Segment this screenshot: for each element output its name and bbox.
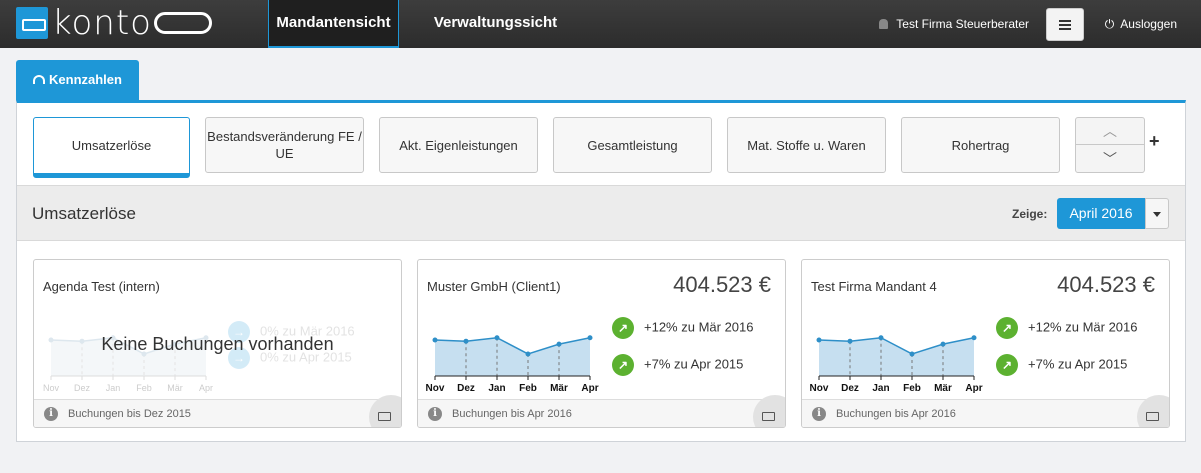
sparkline-point xyxy=(525,351,531,357)
sparkline-point xyxy=(463,338,469,344)
show-label: Zeige: xyxy=(1012,207,1048,221)
bookings-until: Buchungen bis Apr 2016 xyxy=(836,408,956,420)
top-navigation-bar: konto Mandantensicht Verwaltungssicht Te… xyxy=(0,0,1201,48)
revenue-amount: 404.523 € xyxy=(1057,272,1155,297)
section-header: Umsatzerlöse Zeige: April 2016 xyxy=(17,185,1185,241)
x-tick-label: Apr xyxy=(581,383,598,394)
x-tick-label: Mär xyxy=(934,383,952,394)
metric-mat-stoffe-button[interactable]: Mat. Stoffe u. Waren xyxy=(727,117,886,173)
metric-umsatzerloese-button[interactable]: Umsatzerlöse xyxy=(33,117,190,178)
x-tick-label: Jan xyxy=(872,383,889,394)
info-icon: i xyxy=(812,407,826,421)
info-icon: i xyxy=(44,407,58,421)
caret-down-icon[interactable] xyxy=(1145,198,1169,229)
delta-month: ↗ +12% zu Mär 2016 xyxy=(996,317,1137,339)
add-metric-icon[interactable]: + xyxy=(1149,131,1160,152)
arrow-up-right-icon: ↗ xyxy=(612,317,634,339)
delta-month-text: +12% zu Mär 2016 xyxy=(644,319,754,335)
folder-icon[interactable] xyxy=(762,412,775,421)
sparkline-point xyxy=(878,335,884,341)
client-card: Agenda Test (intern) Nov Dez Jan Feb Mär Apr … xyxy=(33,259,402,428)
client-name: Muster GmbH (Client1) xyxy=(427,279,561,294)
sparkline-point xyxy=(909,351,915,357)
arrow-up-right-icon: ↗ xyxy=(996,354,1018,376)
logout-button[interactable]: ⏻ Ausloggen xyxy=(1105,0,1177,48)
x-tick-label: Nov xyxy=(43,383,60,393)
sparkline-point xyxy=(494,335,500,341)
arrow-up-right-icon: ↗ xyxy=(612,354,634,376)
user-name: Test Firma Steuerberater xyxy=(896,17,1029,31)
client-name: Test Firma Mandant 4 xyxy=(811,279,937,294)
section-title: Umsatzerlöse xyxy=(32,204,136,223)
logo-pill-icon xyxy=(153,12,212,34)
current-user[interactable]: Test Firma Steuerberater xyxy=(879,0,1029,48)
metric-eigenleistungen-button[interactable]: Akt. Eigenleistungen xyxy=(379,117,538,173)
delta-year-text: +7% zu Apr 2015 xyxy=(1028,356,1128,372)
x-tick-label: Dez xyxy=(457,383,475,394)
client-card: Muster GmbH (Client1) 404.523 € Nov Dez Ja… xyxy=(417,259,786,428)
folder-icon[interactable] xyxy=(1146,412,1159,421)
tab-kennzahlen[interactable]: Kennzahlen xyxy=(16,60,139,100)
card-footer: i Buchungen bis Apr 2016 xyxy=(802,395,1169,427)
logo-box-icon xyxy=(16,7,48,39)
delta-month-text: +12% zu Mär 2016 xyxy=(1028,319,1138,335)
card-footer: i Buchungen bis Apr 2016 xyxy=(418,395,785,427)
x-tick-label: Feb xyxy=(136,383,152,393)
info-icon: i xyxy=(428,407,442,421)
x-tick-label: Feb xyxy=(519,383,537,394)
x-tick-label: Nov xyxy=(810,383,829,394)
metric-rohertrag-button[interactable]: Rohertrag xyxy=(901,117,1060,173)
tab-verwaltungssicht[interactable]: Verwaltungssicht xyxy=(418,0,573,48)
chevron-up-icon[interactable]: ︿ xyxy=(1076,118,1144,145)
bookings-until: Buchungen bis Dez 2015 xyxy=(68,408,191,420)
sparkline-point xyxy=(940,341,946,347)
tab-mandantensicht[interactable]: Mandantensicht xyxy=(268,0,399,48)
x-tick-label: Mär xyxy=(167,383,183,393)
client-name: Agenda Test (intern) xyxy=(43,279,160,294)
month-select-button[interactable]: April 2016 xyxy=(1057,198,1145,229)
power-icon: ⏻ xyxy=(1104,17,1115,31)
sparkline-area xyxy=(435,337,590,376)
delta-year: ↗ +7% zu Apr 2015 xyxy=(612,354,743,376)
metric-scroll-control: ︿ ﹀ xyxy=(1075,117,1145,173)
arrow-up-right-icon: ↗ xyxy=(996,317,1018,339)
client-card: Test Firma Mandant 4 404.523 € Nov Dez Jan… xyxy=(801,259,1170,428)
empty-message: Keine Buchungen vorhanden xyxy=(101,334,334,354)
x-tick-label: Mär xyxy=(550,383,568,394)
delta-year-text: +7% zu Apr 2015 xyxy=(644,356,744,372)
x-tick-label: Nov xyxy=(426,383,445,394)
x-tick-label: Apr xyxy=(965,383,982,394)
sparkline-point xyxy=(847,338,853,344)
hamburger-icon xyxy=(1059,19,1071,30)
sparkline-area xyxy=(819,337,974,376)
chevron-down-icon[interactable]: ﹀ xyxy=(1076,145,1144,172)
metric-gesamtleistung-button[interactable]: Gesamtleistung xyxy=(553,117,712,173)
kontool-logo[interactable]: konto xyxy=(16,6,212,40)
sparkline-point xyxy=(816,337,822,343)
x-tick-label: Jan xyxy=(106,383,121,393)
x-tick-label: Dez xyxy=(841,383,859,394)
user-icon xyxy=(879,19,889,29)
bookings-until: Buchungen bis Apr 2016 xyxy=(452,408,572,420)
x-tick-label: Jan xyxy=(488,383,505,394)
kennzahlen-panel: Umsatzerlöse Bestandsveränderung FE / UE… xyxy=(16,100,1186,442)
logo-text: konto xyxy=(52,3,152,43)
card-footer: i Buchungen bis Dez 2015 xyxy=(34,395,401,427)
logout-label: Ausloggen xyxy=(1120,17,1177,31)
menu-button[interactable] xyxy=(1046,8,1084,41)
kennzahlen-label: Kennzahlen xyxy=(49,72,122,87)
x-tick-label: Dez xyxy=(74,383,91,393)
x-tick-label: Apr xyxy=(199,383,213,393)
sparkline-point xyxy=(556,341,562,347)
sparkline-point xyxy=(587,335,593,341)
delta-year: ↗ +7% zu Apr 2015 xyxy=(996,354,1127,376)
revenue-amount: 404.523 € xyxy=(673,272,771,297)
metric-bestandsveraenderung-button[interactable]: Bestandsveränderung FE / UE xyxy=(205,117,364,173)
dashboard-gauge-icon xyxy=(33,75,46,84)
sparkline-point xyxy=(971,335,977,341)
delta-month: ↗ +12% zu Mär 2016 xyxy=(612,317,753,339)
folder-icon[interactable] xyxy=(378,412,391,421)
x-tick-label: Feb xyxy=(903,383,921,394)
sparkline-point xyxy=(432,337,438,343)
